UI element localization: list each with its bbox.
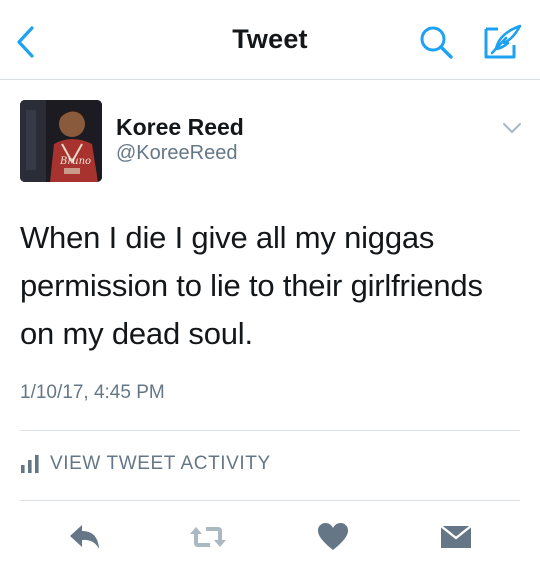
- retweet-button[interactable]: [180, 513, 236, 561]
- retweet-icon: [190, 527, 226, 547]
- compose-icon: [484, 24, 522, 59]
- divider: [20, 500, 520, 501]
- nav-bar: Tweet: [0, 0, 540, 80]
- tweet-text: When I die I give all my niggas permissi…: [20, 214, 525, 358]
- avatar[interactable]: Bruno: [20, 100, 102, 182]
- page-title: Tweet: [232, 24, 308, 54]
- activity-label: VIEW TWEET ACTIVITY: [50, 453, 271, 474]
- reply-icon: [70, 525, 99, 549]
- svg-text:Bruno: Bruno: [59, 156, 91, 167]
- tweet-text-line: on my dead soul.: [20, 316, 253, 351]
- view-tweet-activity-button[interactable]: VIEW TWEET ACTIVITY: [20, 442, 520, 486]
- search-icon: [420, 26, 453, 59]
- display-name[interactable]: Koree Reed: [116, 114, 244, 141]
- search-button[interactable]: [414, 20, 458, 64]
- user-handle[interactable]: @KoreeReed: [116, 142, 237, 165]
- tweet-text-line: permission to lie to their girlfriends: [20, 268, 483, 303]
- tweet-timestamp: 1/10/17, 4:45 PM: [20, 382, 165, 403]
- reply-button[interactable]: [57, 513, 113, 561]
- tweet-text-line: When I die I give all my niggas: [20, 220, 435, 255]
- bar-chart-icon: [21, 455, 39, 473]
- profile-photo: Bruno: [20, 100, 102, 182]
- envelope-icon: [440, 525, 472, 548]
- heart-icon: [318, 523, 348, 550]
- divider: [20, 430, 520, 431]
- like-button[interactable]: [305, 513, 361, 561]
- compose-button[interactable]: [478, 20, 528, 64]
- chevron-down-icon: [503, 123, 521, 133]
- direct-message-button[interactable]: [428, 513, 484, 561]
- tweet-options-button[interactable]: [498, 116, 526, 140]
